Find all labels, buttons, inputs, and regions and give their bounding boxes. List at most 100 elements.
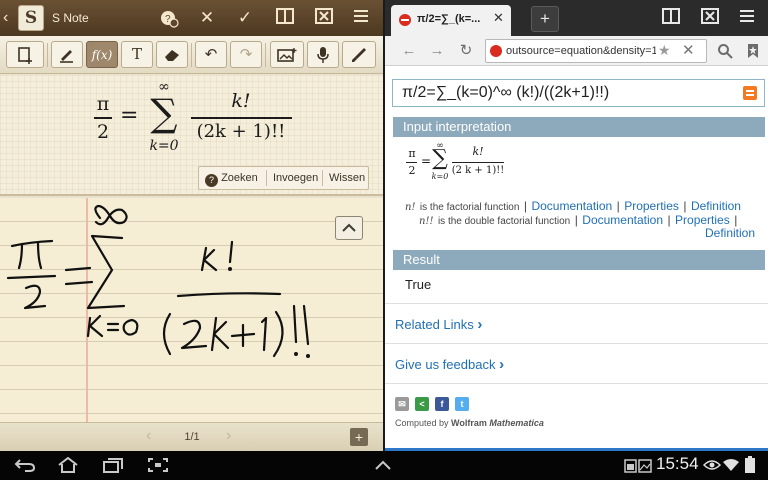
interp-sum-sign: ∑ xyxy=(432,146,448,171)
toolbar-divider xyxy=(191,43,192,67)
collapse-panel-button[interactable] xyxy=(335,216,363,240)
wolfram-word: Wolfram xyxy=(451,418,487,428)
divider-line xyxy=(385,343,768,344)
redo-icon[interactable]: ↷ xyxy=(230,41,262,68)
add-page-icon[interactable]: + xyxy=(350,428,368,446)
home-icon[interactable] xyxy=(55,455,81,475)
twitter-icon[interactable]: t xyxy=(455,397,469,411)
convert-button-group: ? Zoeken Invoegen Wissen xyxy=(198,166,369,190)
note-text: is the double factorial function xyxy=(437,216,571,227)
insert-button[interactable]: Invoegen xyxy=(267,167,322,189)
formula-sum-sign: ∑ xyxy=(150,91,178,135)
forward-icon[interactable]: → xyxy=(427,41,447,61)
feedback-link[interactable]: Give us feedback › xyxy=(395,356,504,373)
eye-icon xyxy=(702,455,722,475)
separator: | xyxy=(734,213,738,227)
definition-link[interactable]: Definition xyxy=(705,226,755,240)
close-icon[interactable]: ✕ xyxy=(196,8,218,28)
interp-numerator: k! xyxy=(472,145,484,158)
search-button[interactable]: ? Zoeken xyxy=(199,167,265,189)
delete-page-icon[interactable] xyxy=(313,8,335,28)
split-view-icon[interactable] xyxy=(274,8,296,28)
interp-lhs-denominator: 2 xyxy=(408,164,416,177)
formula-match-icon[interactable]: f(x) xyxy=(86,41,118,68)
checkmark-icon[interactable]: ✓ xyxy=(234,8,256,28)
interp-lhs-bar xyxy=(406,162,417,163)
url-text[interactable]: outsource=equation&density=1 xyxy=(506,45,656,57)
tab-title: π/2=∑_(k=... xyxy=(417,13,481,25)
related-links-link[interactable]: Related Links › xyxy=(395,316,482,333)
query-text[interactable]: π/2=∑_(k=0)^∞ (k!)/((2k+1)!!) xyxy=(402,84,732,102)
formula-equals: = xyxy=(120,103,139,128)
battery-icon xyxy=(741,455,759,475)
wifi-icon xyxy=(722,455,740,475)
formula-denominator: (2k + 1)!! xyxy=(196,121,286,142)
back-arrow-icon[interactable]: ‹ xyxy=(3,9,17,27)
close-window-icon[interactable] xyxy=(699,8,721,28)
recognize-math-icon[interactable]: ? xyxy=(158,8,180,28)
chevron-right-icon: › xyxy=(499,356,505,373)
eraser-icon[interactable] xyxy=(156,41,188,68)
bookmark-star-icon[interactable]: ★ xyxy=(658,42,671,59)
next-page-icon[interactable]: › xyxy=(226,427,231,445)
menu-icon[interactable] xyxy=(737,8,759,28)
insert-page-icon[interactable] xyxy=(6,41,44,68)
back-icon[interactable]: ← xyxy=(399,41,419,61)
formula-lhs-denominator: 2 xyxy=(96,121,110,143)
text-mode-icon[interactable]: T xyxy=(121,41,153,68)
formula-sum-lower: k=0 xyxy=(149,138,179,154)
chevron-up-icon xyxy=(342,223,356,232)
interp-denominator: (2 k + 1)!! xyxy=(451,165,505,176)
previous-page-icon[interactable]: ‹ xyxy=(146,427,151,445)
browser-tab[interactable]: π/2=∑_(k=... ✕ xyxy=(391,5,511,36)
separator: | xyxy=(667,213,671,227)
new-tab-button[interactable]: + xyxy=(531,6,559,32)
compute-button[interactable] xyxy=(743,86,757,100)
reload-icon[interactable]: ↻ xyxy=(456,41,476,61)
page-number: 1/1 xyxy=(184,431,200,443)
undo-icon[interactable]: ↶ xyxy=(195,41,227,68)
input-interpretation-header: Input interpretation xyxy=(393,117,765,137)
formula-numerator: k! xyxy=(231,90,251,112)
note-symbol: n!! xyxy=(419,216,434,227)
screen: ‹ S S Note ? ✕ ✓ f(x) T ↶ ↷ π 2 = ∞ ∑ k=… xyxy=(0,0,768,480)
wolfram-favicon-icon xyxy=(399,14,411,26)
mathematica-word[interactable]: Mathematica xyxy=(489,418,544,428)
notification-icons[interactable] xyxy=(624,455,652,475)
s-note-logo-icon: S xyxy=(18,5,44,31)
insert-image-icon[interactable] xyxy=(270,41,304,68)
interp-lhs-numerator: π xyxy=(408,147,416,160)
clear-button[interactable]: Wissen xyxy=(323,167,370,189)
clock[interactable]: 15:54 xyxy=(656,454,699,474)
share-icon[interactable]: < xyxy=(415,397,429,411)
interp-fraction-bar xyxy=(452,162,504,163)
s-note-toolbar: f(x) T ↶ ↷ xyxy=(0,36,383,74)
facebook-icon[interactable]: f xyxy=(435,397,449,411)
page-navigator: ‹ 1/1 › + xyxy=(0,422,383,451)
related-links-label: Related Links xyxy=(395,317,474,332)
s-note-title-bar: ‹ S S Note ? ✕ ✓ xyxy=(0,0,383,36)
clear-url-icon[interactable]: ✕ xyxy=(682,41,695,59)
bookmarks-icon[interactable] xyxy=(743,41,763,61)
properties-link[interactable]: Properties xyxy=(675,213,730,227)
equals-icon xyxy=(746,90,754,96)
voice-icon[interactable] xyxy=(307,41,339,68)
up-arrow-icon[interactable] xyxy=(372,455,394,475)
search-icon[interactable] xyxy=(715,41,735,61)
web-page: π/2=∑_(k=0)^∞ (k!)/((2k+1)!!) Input inte… xyxy=(385,67,768,451)
s-note-app: ‹ S S Note ? ✕ ✓ f(x) T ↶ ↷ π 2 = ∞ ∑ k=… xyxy=(0,0,383,451)
pen-icon[interactable] xyxy=(51,41,83,68)
documentation-link[interactable]: Documentation xyxy=(582,213,663,227)
back-icon[interactable] xyxy=(12,455,38,475)
email-icon[interactable]: ✉ xyxy=(395,397,409,411)
address-bar[interactable]: outsource=equation&density=1 ★ ✕ xyxy=(485,39,707,63)
screenshot-icon[interactable] xyxy=(145,455,171,475)
tab-close-icon[interactable]: ✕ xyxy=(493,10,504,26)
browser-app: π/2=∑_(k=... ✕ + ← → ↻ outsource=equatio… xyxy=(385,0,768,451)
handwritten-formula xyxy=(6,204,311,359)
tabs-icon[interactable] xyxy=(660,8,682,28)
wolfram-input-field[interactable]: π/2=∑_(k=0)^∞ (k!)/((2k+1)!!) xyxy=(392,79,765,107)
recent-apps-icon[interactable] xyxy=(100,455,126,475)
brush-icon[interactable] xyxy=(342,41,376,68)
menu-icon[interactable] xyxy=(351,8,373,28)
